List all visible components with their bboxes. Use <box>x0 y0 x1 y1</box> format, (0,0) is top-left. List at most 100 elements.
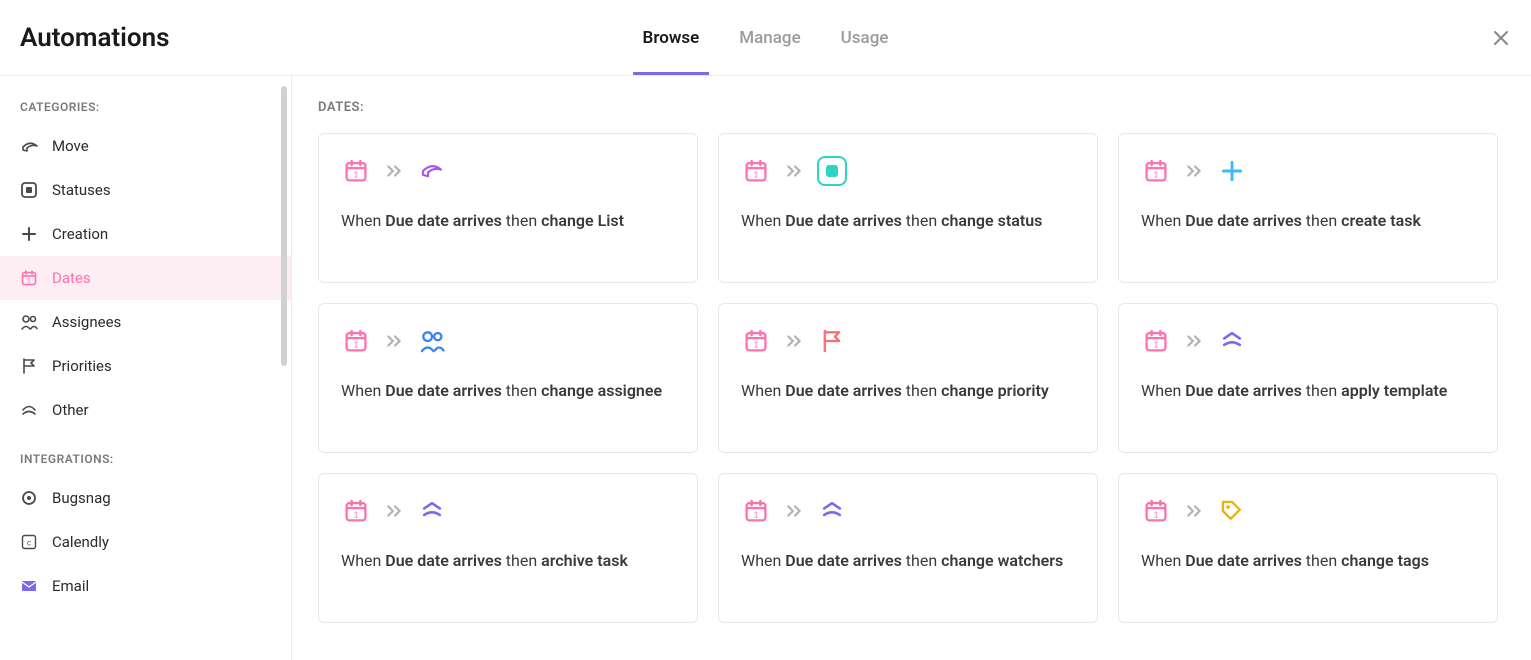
card-when-prefix: When <box>341 381 385 400</box>
sidebar-item-creation[interactable]: Creation <box>0 212 291 256</box>
card-action: change List <box>541 211 624 230</box>
sidebar-item-label: Statuses <box>52 181 111 199</box>
people-icon <box>20 313 38 331</box>
automation-card[interactable]: When Due date arrives then apply templat… <box>1118 303 1498 453</box>
sidebar-item-label: Creation <box>52 225 108 243</box>
card-action: change assignee <box>541 381 662 400</box>
sidebar-item-label: Other <box>52 401 89 419</box>
sidebar-item-move[interactable]: Move <box>0 124 291 168</box>
calendar-icon <box>341 326 371 356</box>
page-title: Automations <box>20 23 170 53</box>
automation-card[interactable]: When Due date arrives then change assign… <box>318 303 698 453</box>
tabs: Browse Manage Usage <box>643 0 889 75</box>
card-description: When Due date arrives then change assign… <box>341 378 675 404</box>
calendar-icon <box>341 156 371 186</box>
card-trigger: Due date arrives <box>785 551 902 570</box>
share-purple-icon <box>417 156 447 186</box>
sidebar-heading-categories: CATEGORIES: <box>0 94 291 124</box>
card-description: When Due date arrives then change List <box>341 208 675 234</box>
card-icons <box>741 156 1075 186</box>
status-green-icon <box>817 156 847 186</box>
calendar-icon <box>741 156 771 186</box>
people-blue-icon <box>417 326 447 356</box>
sidebar-item-label: Calendly <box>52 533 109 551</box>
card-description: When Due date arrives then create task <box>1141 208 1475 234</box>
sidebar-item-other[interactable]: Other <box>0 388 291 432</box>
card-description: When Due date arrives then change status <box>741 208 1075 234</box>
card-icons <box>1141 326 1475 356</box>
flag-red-icon <box>817 326 847 356</box>
calendly-icon <box>20 533 38 551</box>
card-then: then <box>902 551 941 570</box>
sidebar-item-statuses[interactable]: Statuses <box>0 168 291 212</box>
automation-card[interactable]: When Due date arrives then change tags <box>1118 473 1498 623</box>
chevron-right-icon <box>785 502 803 520</box>
tag-yellow-icon <box>1217 496 1247 526</box>
watchers-purple-icon <box>817 496 847 526</box>
tab-browse[interactable]: Browse <box>643 0 700 75</box>
card-then: then <box>1302 211 1341 230</box>
card-icons <box>741 496 1075 526</box>
plus-blue-icon <box>1217 156 1247 186</box>
card-when-prefix: When <box>741 551 785 570</box>
automation-grid: When Due date arrives then change ListWh… <box>318 133 1505 623</box>
automation-card[interactable]: When Due date arrives then create task <box>1118 133 1498 283</box>
bugsnag-icon <box>20 489 38 507</box>
card-then: then <box>502 211 541 230</box>
scrollbar-track <box>281 86 287 650</box>
chevron-right-icon <box>385 162 403 180</box>
flag-icon <box>20 357 38 375</box>
sidebar-item-assignees[interactable]: Assignees <box>0 300 291 344</box>
card-then: then <box>902 381 941 400</box>
sidebar: CATEGORIES: Move Statuses Creation Dates… <box>0 76 292 660</box>
card-when-prefix: When <box>1141 551 1185 570</box>
calendar-icon <box>1141 326 1171 356</box>
close-button[interactable] <box>1491 28 1511 48</box>
card-then: then <box>502 551 541 570</box>
scrollbar-thumb[interactable] <box>281 86 287 366</box>
card-icons <box>341 156 675 186</box>
card-trigger: Due date arrives <box>1185 381 1302 400</box>
card-when-prefix: When <box>1141 381 1185 400</box>
automation-card[interactable]: When Due date arrives then change priori… <box>718 303 1098 453</box>
sidebar-item-bugsnag[interactable]: Bugsnag <box>0 476 291 520</box>
card-then: then <box>902 211 941 230</box>
card-when-prefix: When <box>741 381 785 400</box>
chevron-right-icon <box>785 162 803 180</box>
sidebar-item-calendly[interactable]: Calendly <box>0 520 291 564</box>
sidebar-item-label: Priorities <box>52 357 112 375</box>
card-description: When Due date arrives then change tags <box>1141 548 1475 574</box>
card-when-prefix: When <box>1141 211 1185 230</box>
sidebar-item-priorities[interactable]: Priorities <box>0 344 291 388</box>
card-action: change priority <box>941 381 1049 400</box>
sidebar-heading-integrations: INTEGRATIONS: <box>0 446 291 476</box>
tab-usage[interactable]: Usage <box>841 0 889 75</box>
status-icon <box>20 181 38 199</box>
card-trigger: Due date arrives <box>1185 551 1302 570</box>
calendar-icon <box>20 269 38 287</box>
sidebar-item-dates[interactable]: Dates <box>0 256 291 300</box>
automation-card[interactable]: When Due date arrives then archive task <box>318 473 698 623</box>
card-description: When Due date arrives then archive task <box>341 548 675 574</box>
card-action: change tags <box>1341 551 1429 570</box>
card-icons <box>341 326 675 356</box>
chevron-right-icon <box>785 332 803 350</box>
card-icons <box>741 326 1075 356</box>
automation-card[interactable]: When Due date arrives then change watche… <box>718 473 1098 623</box>
card-trigger: Due date arrives <box>785 381 902 400</box>
automation-card[interactable]: When Due date arrives then change status <box>718 133 1098 283</box>
main-content: DATES: When Due date arrives then change… <box>292 76 1531 660</box>
archive-purple-icon <box>417 496 447 526</box>
card-trigger: Due date arrives <box>385 211 502 230</box>
calendar-icon <box>741 326 771 356</box>
automation-card[interactable]: When Due date arrives then change List <box>318 133 698 283</box>
sidebar-item-label: Dates <box>52 269 91 287</box>
tab-manage[interactable]: Manage <box>739 0 800 75</box>
chevron-right-icon <box>1185 502 1203 520</box>
close-icon <box>1491 28 1511 48</box>
calendar-icon <box>1141 496 1171 526</box>
sidebar-item-email[interactable]: Email <box>0 564 291 608</box>
plus-icon <box>20 225 38 243</box>
template-purple-icon <box>1217 326 1247 356</box>
card-then: then <box>502 381 541 400</box>
